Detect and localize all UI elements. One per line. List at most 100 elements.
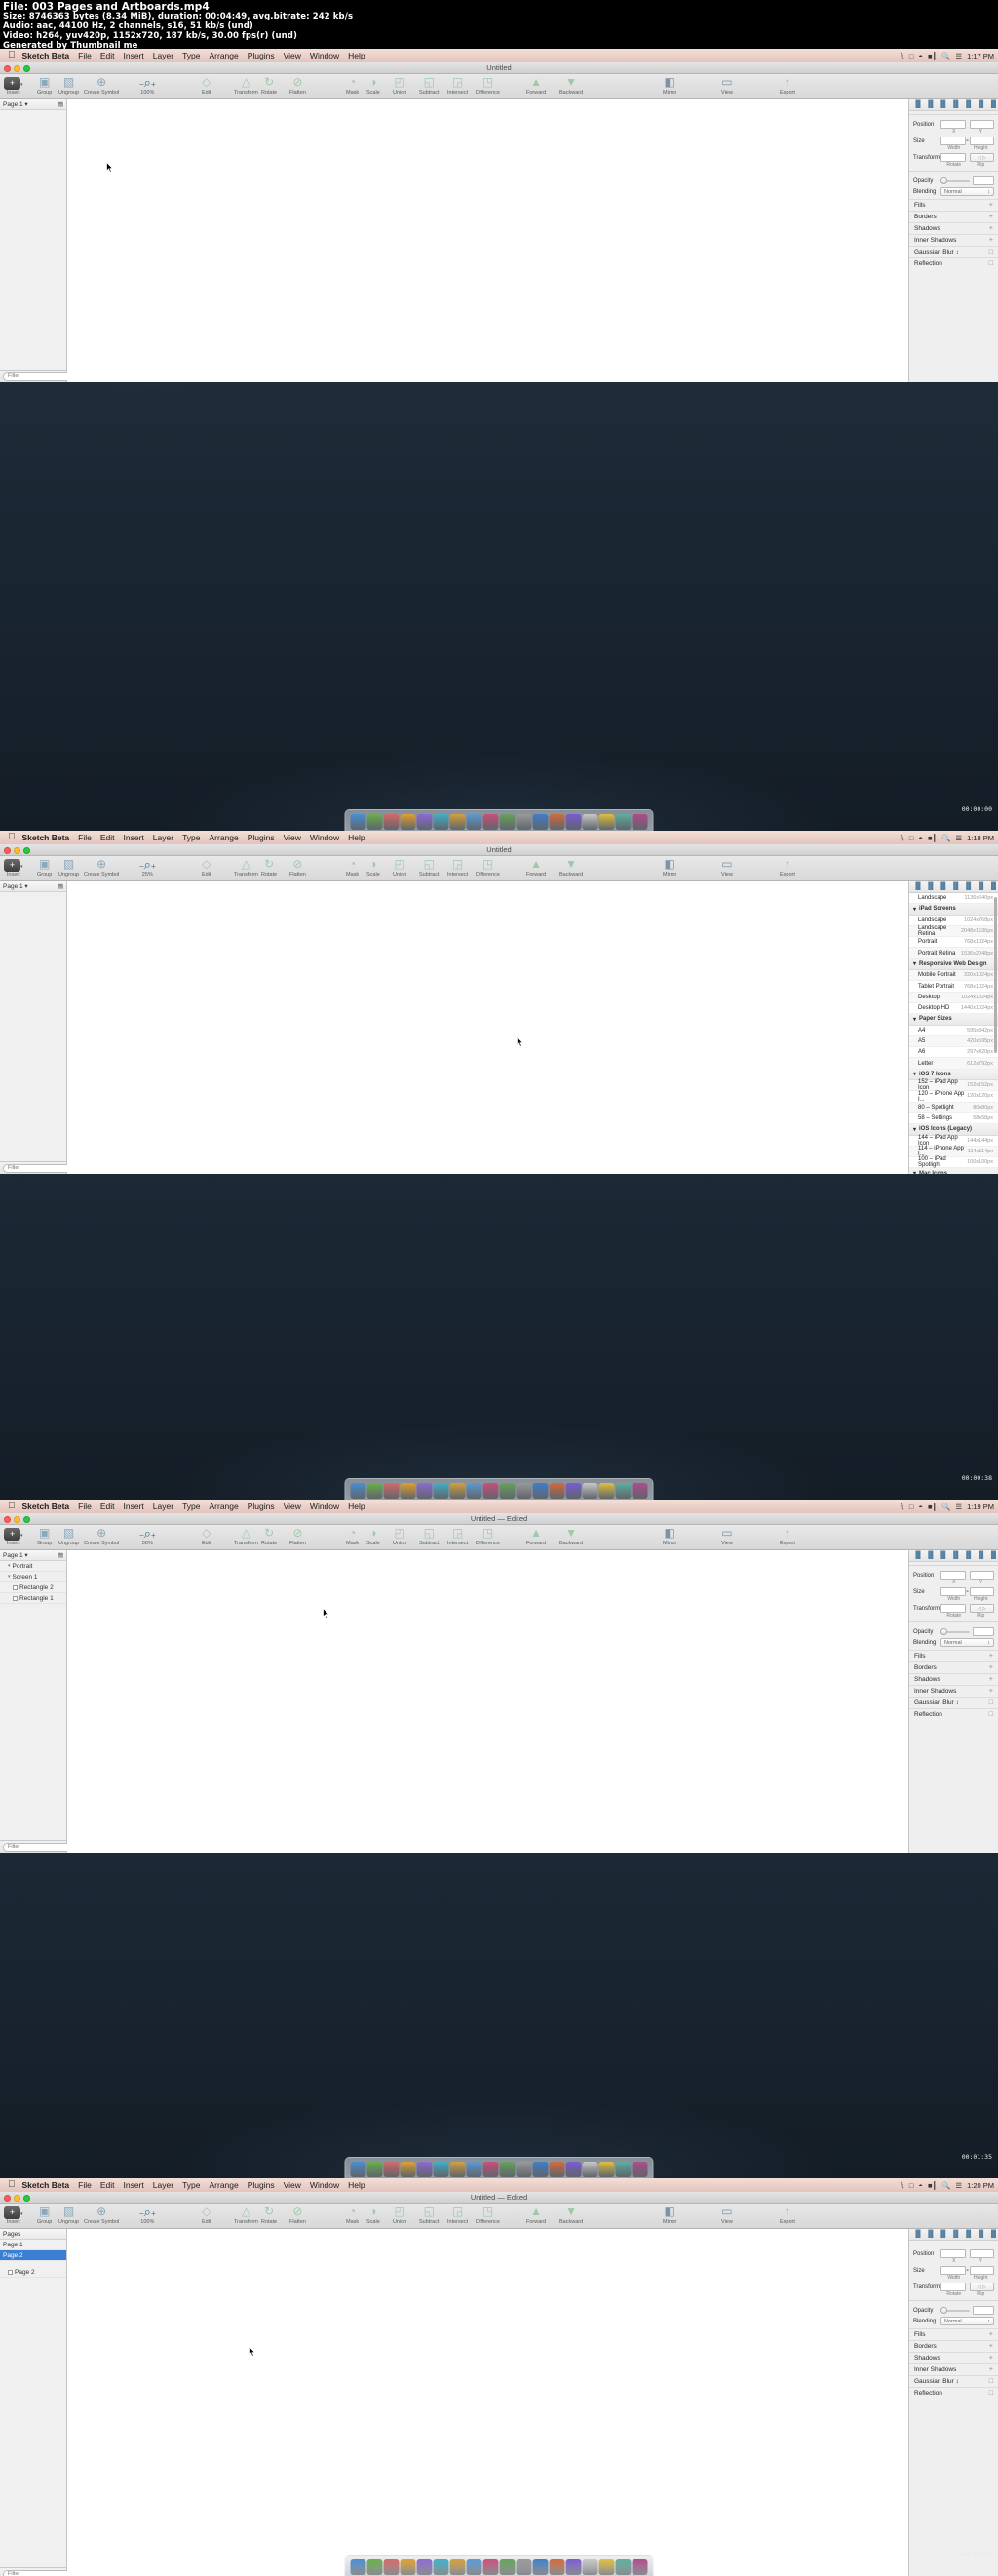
- toolbar-button-create-symbol[interactable]: ⊕ Create Symbol: [84, 75, 119, 97]
- design-canvas[interactable]: [67, 2229, 908, 2576]
- dock-app-icon[interactable]: [366, 1483, 383, 1499]
- menubar-app-name[interactable]: Sketch Beta: [22, 833, 70, 842]
- opacity-slider[interactable]: [940, 1627, 970, 1636]
- distribute-h-icon[interactable]: ▐▌: [989, 101, 998, 108]
- toolbar-button-forward[interactable]: ▲ Forward: [526, 1526, 546, 1547]
- position-x-field[interactable]: [940, 2249, 966, 2258]
- align-center-icon[interactable]: ▐▌: [951, 1552, 961, 1559]
- dock-app-icon[interactable]: [632, 814, 648, 830]
- lock-ratio-icon[interactable]: ⚭: [966, 1589, 970, 1595]
- macos-dock[interactable]: [344, 1478, 654, 1500]
- position-y-field[interactable]: [969, 2249, 994, 2258]
- menu-icon[interactable]: ☰: [955, 1503, 962, 1511]
- inspector-section-toggle[interactable]: +: [989, 2343, 993, 2350]
- close-button[interactable]: [4, 1516, 11, 1523]
- toolbar-button-create-symbol[interactable]: ⊕ Create Symbol: [84, 2205, 119, 2226]
- battery-icon[interactable]: ■┃: [928, 2181, 937, 2190]
- dock-app-icon[interactable]: [433, 1483, 449, 1499]
- toolbar-button-mirror[interactable]: ◧ Mirror: [663, 75, 676, 97]
- wifi-icon[interactable]: ◓: [918, 834, 923, 842]
- inspector-section-toggle[interactable]: □: [989, 1699, 993, 1706]
- page-selector[interactable]: Page 1 ▾ ▤: [0, 881, 66, 892]
- wifi-icon[interactable]: ◓: [918, 1503, 923, 1511]
- toolbar-button-mask[interactable]: ◔ Mask: [346, 857, 359, 878]
- distribute-h-icon[interactable]: ▐▌: [989, 2231, 998, 2238]
- distribute-h-icon[interactable]: ▐▌: [989, 883, 998, 890]
- opacity-slider-knob[interactable]: [940, 176, 947, 184]
- alignment-toolbar[interactable]: ▐▌▐▌▐▌▐▌▐▌▐▌▐▌▐▌: [909, 1550, 998, 1562]
- inspector-section-toggle[interactable]: □: [989, 2390, 993, 2397]
- menubar-item-view[interactable]: View: [284, 51, 301, 60]
- toolbar-button-transform[interactable]: △ Transform: [234, 75, 258, 97]
- dock-app-icon[interactable]: [400, 814, 416, 830]
- close-button[interactable]: [4, 847, 11, 854]
- inspector-section-inner-shadows[interactable]: Inner Shadows +: [909, 2363, 998, 2375]
- dock-app-icon[interactable]: [449, 2162, 466, 2177]
- toolbar-button-scale[interactable]: ◑ Scale: [366, 75, 380, 97]
- flip-buttons[interactable]: ◁ ▷: [969, 1604, 994, 1613]
- menubar-item-file[interactable]: File: [78, 833, 92, 842]
- menubar-item-layer[interactable]: Layer: [153, 833, 173, 842]
- toolbar-button-view[interactable]: ▭ View: [721, 75, 733, 97]
- apple-logo-icon[interactable]: : [8, 1502, 16, 1511]
- inspector-section-toggle[interactable]: +: [989, 1676, 993, 1683]
- dock-app-icon[interactable]: [449, 2559, 466, 2575]
- zoom-control[interactable]: −⌕+ 100%: [139, 75, 156, 97]
- dock-app-icon[interactable]: [615, 814, 632, 830]
- preset-item[interactable]: Desktop HD 1440x1024px: [909, 1003, 998, 1015]
- align-center-icon[interactable]: ▐▌: [951, 883, 961, 890]
- dock-app-icon[interactable]: [632, 2162, 648, 2177]
- menubar-clock[interactable]: 1:17 PM: [967, 52, 994, 60]
- toolbar-button-export[interactable]: ↑ Export: [780, 2205, 795, 2226]
- size-width-field[interactable]: [940, 1587, 966, 1596]
- menubar-item-file[interactable]: File: [78, 51, 92, 60]
- inspector-section-toggle[interactable]: +: [989, 1688, 993, 1695]
- toolbar-button-subtract[interactable]: ◱ Subtract: [419, 1526, 439, 1547]
- toolbar-button-edit[interactable]: ◇ Edit: [202, 1526, 211, 1547]
- layer-row[interactable]: ▾ Screen 1: [0, 1572, 66, 1582]
- preset-item[interactable]: A5 420x595px: [909, 1035, 998, 1048]
- menubar-item-insert[interactable]: Insert: [124, 51, 144, 60]
- dock-app-icon[interactable]: [516, 2559, 532, 2575]
- dock-app-icon[interactable]: [433, 2162, 449, 2177]
- align-top-icon[interactable]: ▐▌: [977, 883, 986, 890]
- close-button[interactable]: [4, 65, 11, 72]
- menubar-item-plugins[interactable]: Plugins: [248, 2180, 275, 2190]
- opacity-value-field[interactable]: [973, 176, 994, 185]
- toolbar-button-insert[interactable]: + ▾ Insert: [4, 2205, 23, 2226]
- dock-app-icon[interactable]: [350, 2162, 366, 2177]
- disclosure-triangle-icon[interactable]: ▾: [913, 1071, 916, 1077]
- dock-app-icon[interactable]: [416, 2162, 433, 2177]
- preset-item[interactable]: Portrait Retina 1536x2048px: [909, 948, 998, 959]
- toolbar-button-forward[interactable]: ▲ Forward: [526, 75, 546, 97]
- disclosure-triangle-icon[interactable]: ▾: [913, 906, 916, 913]
- dock-app-icon[interactable]: [565, 2559, 582, 2575]
- dock-app-icon[interactable]: [532, 2559, 549, 2575]
- lock-ratio-icon[interactable]: ⚭: [966, 2268, 970, 2274]
- dock-app-icon[interactable]: [482, 2559, 499, 2575]
- dock-app-icon[interactable]: [499, 1483, 516, 1499]
- minimize-button[interactable]: [14, 1516, 20, 1523]
- toolbar-button-flatten[interactable]: ⊘ Flatten: [289, 1526, 306, 1547]
- macos-dock[interactable]: [344, 809, 654, 831]
- menubar-item-help[interactable]: Help: [348, 1502, 365, 1511]
- dock-app-icon[interactable]: [615, 1483, 632, 1499]
- inspector-section-gaussian-blur[interactable]: Gaussian Blur ↕ □: [909, 246, 998, 257]
- search-icon[interactable]: 🔍: [941, 52, 950, 60]
- page-options-icon[interactable]: ▤: [58, 882, 63, 890]
- dock-app-icon[interactable]: [598, 2162, 615, 2177]
- inspector-section-shadows[interactable]: Shadows +: [909, 222, 998, 234]
- window-controls[interactable]: [4, 1516, 30, 1523]
- battery-icon[interactable]: ■┃: [928, 834, 937, 842]
- align-left-icon[interactable]: ▐▌: [913, 2231, 923, 2238]
- dock-app-icon[interactable]: [350, 814, 366, 830]
- magnifier-icon[interactable]: ⌕: [144, 75, 151, 90]
- layer-row[interactable]: Rectangle 1: [0, 1593, 66, 1604]
- toolbar-button-mirror[interactable]: ◧ Mirror: [663, 1526, 676, 1547]
- disclosure-triangle-icon[interactable]: ▾: [8, 1574, 11, 1580]
- toolbar-button-mask[interactable]: ◔ Mask: [346, 2205, 359, 2226]
- dock-app-icon[interactable]: [383, 2162, 400, 2177]
- toolbar-button-create-symbol[interactable]: ⊕ Create Symbol: [84, 857, 119, 878]
- magnifier-icon[interactable]: ⌕: [144, 2205, 151, 2219]
- dock-app-icon[interactable]: [549, 2559, 565, 2575]
